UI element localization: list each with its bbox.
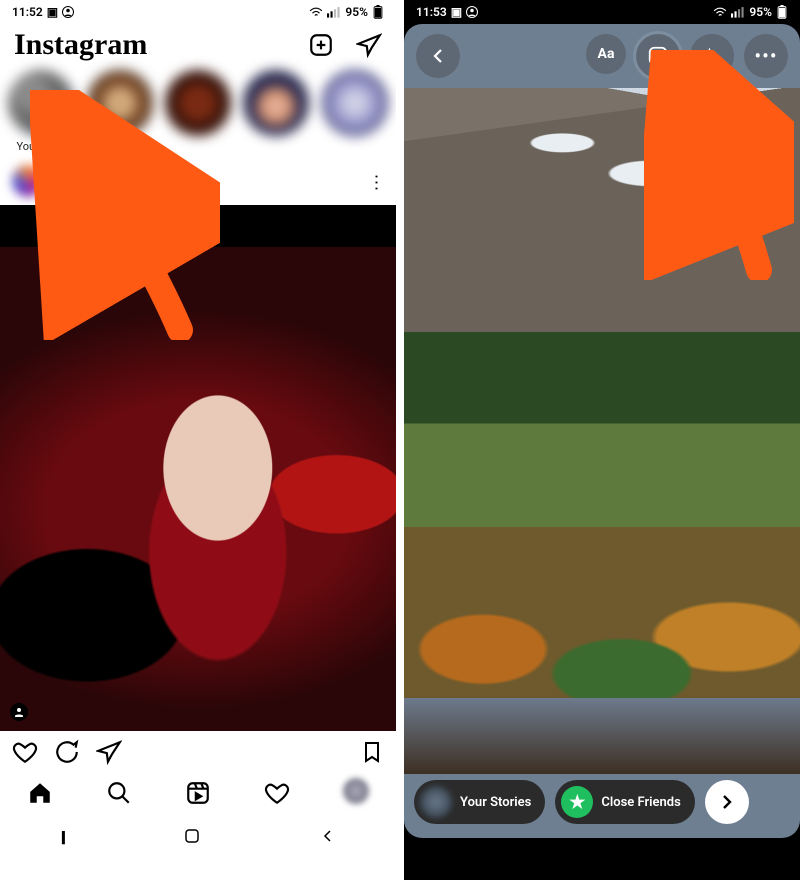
status-bar: 11:53 ▣ 95% (404, 0, 800, 24)
nav-reels-icon[interactable] (185, 780, 211, 806)
nav-activity-icon[interactable] (264, 780, 290, 806)
story-editor-screen: 11:53 ▣ 95% Aa (404, 0, 800, 880)
instagram-feed-screen: 11:52 ▣ 95% Instagram (0, 0, 396, 880)
post-username (52, 169, 172, 193)
your-story[interactable]: Your story (8, 70, 74, 153)
more-icon: ••• (754, 44, 777, 68)
back-button[interactable] (321, 829, 335, 843)
story-editor: Aa ••• Your Stor (404, 24, 800, 838)
next-button[interactable] (705, 780, 749, 824)
post-image[interactable] (0, 205, 396, 731)
home-button[interactable] (184, 828, 200, 844)
status-bar: 11:52 ▣ 95% (0, 0, 396, 24)
share-avatar (420, 786, 452, 818)
status-time: 11:52 (12, 5, 43, 19)
save-icon[interactable] (360, 739, 384, 765)
tagged-people-icon[interactable] (10, 703, 28, 721)
status-account-icon (62, 6, 74, 18)
signal-icon (731, 6, 745, 18)
like-icon[interactable] (12, 739, 38, 765)
effects-tool-button[interactable] (690, 34, 734, 78)
instagram-logo[interactable]: Instagram (14, 28, 147, 62)
sticker-tool-button[interactable] (636, 34, 680, 78)
wifi-icon (713, 6, 727, 18)
app-header: Instagram (0, 24, 396, 68)
signal-icon (327, 6, 341, 18)
status-account-icon (466, 6, 478, 18)
nav-profile-icon[interactable] (343, 778, 369, 808)
battery-percent: 95% (345, 5, 368, 19)
wifi-icon (309, 6, 323, 18)
battery-icon (372, 5, 384, 19)
comment-icon[interactable] (54, 739, 80, 765)
story-item[interactable] (165, 70, 231, 153)
text-tool-label: Aa (598, 46, 615, 62)
story-item[interactable] (322, 70, 388, 153)
status-media-icon: ▣ (451, 5, 462, 19)
post-account[interactable] (12, 165, 172, 197)
your-story-label: Your story (16, 140, 66, 153)
close-friends-star-icon: ★ (561, 786, 593, 818)
story-item[interactable] (243, 70, 309, 153)
your-stories-label: Your Stories (460, 795, 531, 810)
story-item[interactable] (86, 70, 152, 153)
status-media-icon: ▣ (47, 5, 58, 19)
stories-row[interactable]: Your story (0, 68, 396, 157)
post-avatar (12, 165, 44, 197)
close-friends-button[interactable]: ★ Close Friends (555, 780, 694, 824)
canvas-bottom-fade (404, 694, 800, 774)
battery-percent: 95% (749, 5, 772, 19)
back-button[interactable] (416, 34, 460, 78)
editor-toolbar: Aa ••• (404, 24, 800, 88)
text-tool-button[interactable]: Aa (586, 34, 626, 74)
share-icon[interactable] (96, 739, 122, 765)
more-options-button[interactable]: ••• (744, 34, 788, 78)
bottom-nav (0, 771, 396, 815)
nav-home-icon[interactable] (27, 780, 53, 806)
android-nav-bar: ||| (0, 815, 396, 857)
share-bar: Your Stories ★ Close Friends (404, 774, 800, 830)
messenger-icon[interactable] (356, 32, 382, 58)
battery-icon (776, 5, 788, 19)
nav-search-icon[interactable] (106, 780, 132, 806)
post-more-icon[interactable]: ⋯ (366, 173, 387, 189)
recents-button[interactable]: ||| (61, 827, 64, 846)
story-canvas[interactable] (404, 88, 800, 698)
add-story-badge[interactable] (48, 116, 68, 136)
status-time: 11:53 (416, 5, 447, 19)
post-actions (0, 731, 396, 771)
your-stories-button[interactable]: Your Stories (414, 780, 545, 824)
close-friends-label: Close Friends (601, 795, 680, 810)
post-header: ⋯ (0, 157, 396, 205)
new-post-icon[interactable] (308, 32, 334, 58)
